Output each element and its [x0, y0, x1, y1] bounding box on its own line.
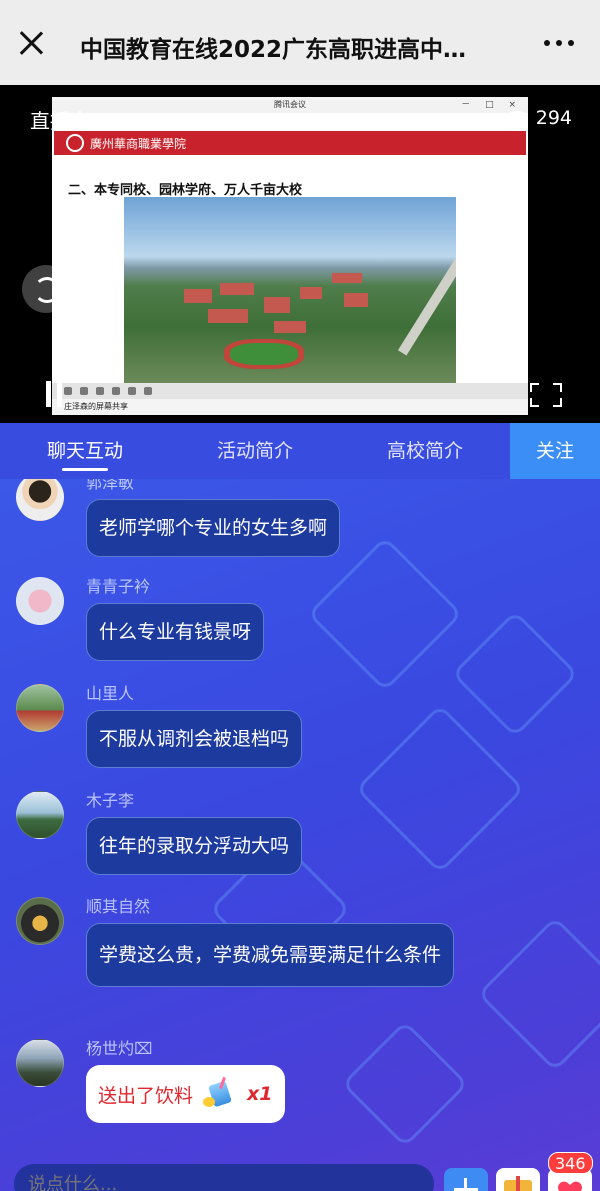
chat-bubble: 老师学哪个专业的女生多啊 — [86, 499, 341, 557]
gift-count: x1 — [247, 1083, 273, 1105]
school-logo-icon — [66, 134, 84, 152]
chat-bubble: 往年的录取分浮动大吗 — [86, 817, 303, 875]
rotate-icon[interactable] — [22, 265, 70, 313]
school-name: 廣州華商職業學院 — [90, 137, 187, 151]
tab-event-intro[interactable]: 活动简介 — [170, 423, 340, 479]
school-banner: 廣州華商職業學院 — [54, 131, 526, 155]
chat-username: 杨世灼⌧ — [86, 1039, 153, 1058]
fullscreen-icon[interactable] — [530, 383, 562, 407]
view-count: 294 — [535, 107, 572, 129]
avatar[interactable] — [16, 684, 64, 732]
slide-heading: 二、本专同校、园林学府、万人千亩大校 — [68, 183, 303, 198]
chat-username: 木子李 — [86, 791, 135, 810]
avatar[interactable] — [16, 577, 64, 625]
screen-share-toolbar — [52, 383, 528, 399]
like-count-badge: 346 — [548, 1152, 593, 1174]
chat-bubble: 不服从调剂会被退档吗 — [86, 710, 303, 768]
tab-college-intro[interactable]: 高校简介 — [340, 423, 510, 479]
avatar[interactable] — [16, 479, 64, 521]
eye-icon — [505, 111, 528, 125]
top-bar: 中国教育在线2022广东高职进高中… — [0, 0, 600, 85]
gift-box-icon[interactable] — [496, 1168, 540, 1191]
close-icon[interactable] — [18, 30, 44, 56]
live-badge: 直播中 — [30, 109, 90, 133]
chat-bubble: 什么专业有钱景呀 — [86, 603, 265, 661]
chat-username: 山里人 — [86, 684, 135, 703]
gift-text: 送出了饮料 — [98, 1084, 194, 1107]
chat-username: 郭泽敏 — [86, 479, 135, 492]
chat-list[interactable]: 郭泽敏 老师学哪个专业的女生多啊 青青子衿 什么专业有钱景呀 山里人 不服从调剂… — [0, 479, 600, 1191]
plus-icon[interactable] — [444, 1168, 488, 1191]
avatar[interactable] — [16, 791, 64, 839]
follow-button[interactable]: 关注 — [510, 423, 600, 479]
window-title: 腾讯会议 － □ × — [52, 97, 528, 113]
heart-icon — [559, 1182, 581, 1191]
avatar[interactable] — [16, 1039, 64, 1087]
drink-gift-icon — [203, 1076, 237, 1109]
chat-username: 青青子衿 — [86, 577, 151, 596]
bottom-input-bar: 346 — [0, 1152, 600, 1191]
chat-username: 顺其自然 — [86, 897, 151, 916]
campus-aerial-photo — [124, 197, 456, 383]
gift-bubble: 送出了饮料 x1 — [86, 1065, 285, 1123]
page-title: 中国教育在线2022广东高职进高中… — [80, 37, 467, 63]
pause-icon[interactable] — [44, 381, 64, 407]
tab-chat[interactable]: 聊天互动 — [0, 423, 170, 479]
shared-screen: 腾讯会议 － □ × 廣州華商職業學院 二、本专同校、园林学府、万人千亩大校 庄… — [52, 97, 528, 415]
view-counter: 294 — [505, 107, 572, 129]
live-video-player[interactable]: 腾讯会议 － □ × 廣州華商職業學院 二、本专同校、园林学府、万人千亩大校 庄… — [0, 85, 600, 423]
tab-bar: 聊天互动 活动简介 高校简介 关注 — [0, 423, 600, 479]
chat-input[interactable] — [14, 1164, 434, 1191]
avatar[interactable] — [16, 897, 64, 945]
chat-bubble: 学费这么贵，学费减免需要满足什么条件 — [86, 923, 455, 987]
screen-share-status: 庄泽森的屏幕共享 — [52, 399, 528, 415]
more-dots-icon[interactable] — [544, 40, 574, 46]
